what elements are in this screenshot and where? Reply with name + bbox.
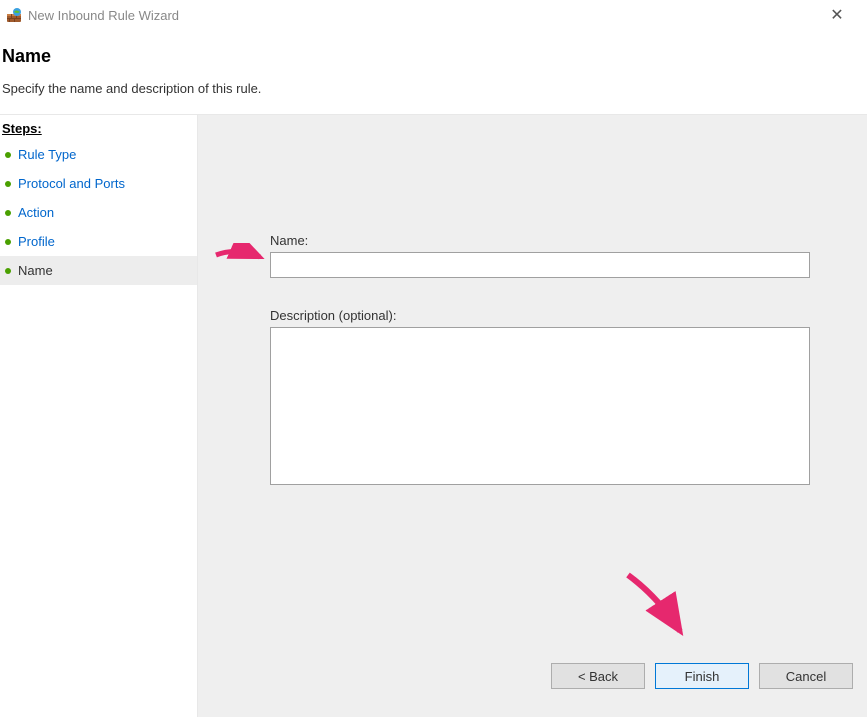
wizard-buttons: < Back Finish Cancel [551, 663, 853, 689]
steps-list: Rule Type Protocol and Ports Action Prof… [0, 140, 197, 285]
step-label: Profile [18, 234, 55, 249]
window-title: New Inbound Rule Wizard [28, 8, 179, 23]
name-label: Name: [270, 233, 815, 248]
bullet-icon [5, 152, 11, 158]
bullet-icon [5, 268, 11, 274]
bullet-icon [5, 239, 11, 245]
form-area: Name: Description (optional): [198, 115, 867, 488]
step-label: Action [18, 205, 54, 220]
description-label: Description (optional): [270, 308, 815, 323]
step-label: Rule Type [18, 147, 76, 162]
page-subtitle: Specify the name and description of this… [2, 81, 867, 96]
close-button[interactable]: ✕ [817, 5, 857, 25]
content-area: Steps: Rule Type Protocol and Ports Acti… [0, 115, 867, 717]
name-input[interactable] [270, 252, 810, 278]
back-button[interactable]: < Back [551, 663, 645, 689]
step-profile[interactable]: Profile [0, 227, 197, 256]
step-label: Name [18, 263, 53, 278]
page-title: Name [2, 46, 867, 67]
step-protocol-and-ports[interactable]: Protocol and Ports [0, 169, 197, 198]
wizard-header: Name Specify the name and description of… [0, 30, 867, 115]
description-field-block: Description (optional): [270, 308, 815, 488]
bullet-icon [5, 181, 11, 187]
step-name[interactable]: Name [0, 256, 197, 285]
step-rule-type[interactable]: Rule Type [0, 140, 197, 169]
steps-sidebar: Steps: Rule Type Protocol and Ports Acti… [0, 115, 198, 717]
title-bar: New Inbound Rule Wizard ✕ [0, 0, 867, 30]
firewall-icon [6, 7, 22, 23]
description-input[interactable] [270, 327, 810, 485]
bullet-icon [5, 210, 11, 216]
step-label: Protocol and Ports [18, 176, 125, 191]
step-action[interactable]: Action [0, 198, 197, 227]
finish-button[interactable]: Finish [655, 663, 749, 689]
name-field-block: Name: [270, 233, 815, 278]
main-panel: Name: Description (optional): < Back Fin… [198, 115, 867, 717]
cancel-button[interactable]: Cancel [759, 663, 853, 689]
annotation-arrow-icon [618, 567, 698, 647]
steps-heading: Steps: [0, 115, 197, 140]
title-bar-left: New Inbound Rule Wizard [6, 7, 179, 23]
